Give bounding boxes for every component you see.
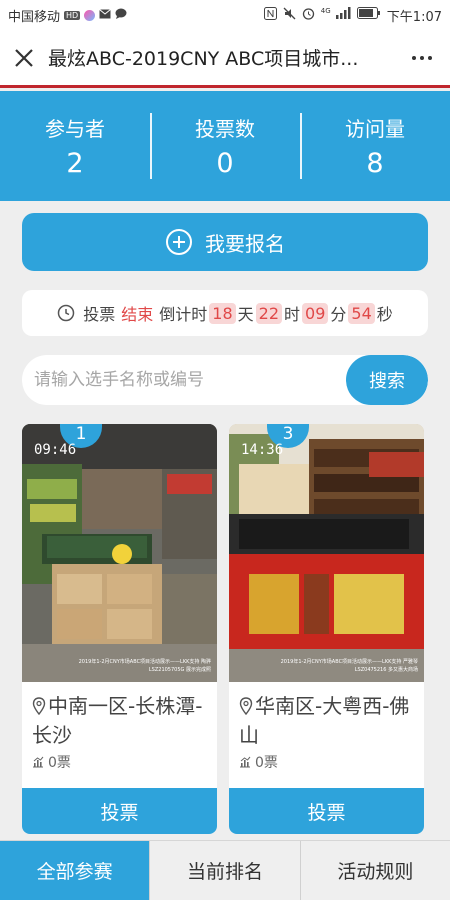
battery-icon [356,7,381,23]
photo-timestamp: 09:46 [34,442,77,458]
nav-current-ranking[interactable]: 当前排名 [149,841,300,900]
more-icon-dot [428,55,432,60]
countdown-minutes: 09 [302,302,329,324]
vote-count: 0票 [255,755,278,771]
location-icon [239,697,253,715]
photo-caption: 2019年1-2月CNY市场ABC项目活动展示——LKK支持 严雅琴 LSZ04… [280,659,418,673]
carrier-label: 中国移动 [8,9,61,25]
nfc-icon [263,6,277,24]
network-type: 4G [320,7,331,15]
stat-value: 8 [366,148,384,179]
chat-icon [115,8,127,23]
app-notification-icon [84,9,96,21]
countdown-days: 18 [209,302,236,324]
candidate-card[interactable]: 1 09:46 2019年1-2月CNY市场ABC项目活动展示——LKK支持 陶… [22,424,217,834]
stat-value: 2 [66,148,84,179]
candidate-card[interactable]: 3 14:36 2019年1-2月CNY市场ABC项目活动展示——LKK支持 严… [229,424,424,834]
candidate-votes: 0票 [229,752,424,772]
nav-all-entries[interactable]: 全部参赛 [0,841,150,900]
vote-countdown: 投票 结束 倒计时 18 天 22 时 09 分 54 秒 [22,290,428,336]
stat-participants: 参与者 2 [0,107,150,185]
countdown-status: 结束 [121,305,154,324]
candidate-name: 华南区-大粤西-佛山 [229,682,424,750]
more-options-button[interactable] [394,29,450,87]
vote-count: 0票 [48,755,71,771]
candidate-votes: 0票 [22,752,217,772]
status-bar: 中国移动 HD 4G 下午1:07 [0,0,450,30]
search-input[interactable] [22,355,346,405]
nav-rules[interactable]: 活动规则 [299,841,450,900]
countdown-days-unit: 天 [237,305,254,324]
candidate-name-text: 华南区-大粤西-佛山 [239,694,410,747]
candidate-photo[interactable]: 3 14:36 2019年1-2月CNY市场ABC项目活动展示——LKK支持 严… [229,424,424,682]
chart-icon [33,756,44,768]
stat-label: 访问量 [345,117,405,141]
vote-button[interactable]: 投票 [229,788,424,834]
more-icon-dot [420,55,424,60]
title-bar: 最炫ABC-2019CNY ABC项目城市... [0,30,450,88]
signup-label: 我要报名 [205,231,285,256]
search-button[interactable]: 搜索 [346,355,428,405]
countdown-seconds-unit: 秒 [376,305,393,324]
mute-icon [283,7,296,24]
more-icon-dot [412,55,416,60]
countdown-prefix: 投票 [83,305,116,324]
clock-icon [57,304,75,322]
stat-visits: 访问量 8 [300,107,450,185]
candidate-name-text: 中南一区-长株潭-长沙 [32,694,203,747]
stat-value: 0 [216,148,234,179]
countdown-hours-unit: 时 [284,305,301,324]
vote-button[interactable]: 投票 [22,788,217,834]
photo-caption: 2019年1-2月CNY市场ABC项目活动展示——LKK支持 陶骅 LSZ210… [78,659,211,673]
countdown-hours: 22 [255,302,282,324]
candidate-name: 中南一区-长株潭-长沙 [22,682,217,750]
stat-label: 投票数 [195,117,255,141]
search-bar: 搜索 [22,355,428,405]
countdown-label: 倒计时 [159,305,208,324]
signup-button[interactable]: 我要报名 [22,213,428,271]
bottom-nav: 全部参赛 当前排名 活动规则 [0,840,450,900]
candidate-photo[interactable]: 1 09:46 2019年1-2月CNY市场ABC项目活动展示——LKK支持 陶… [22,424,217,682]
alarm-icon [302,7,315,24]
mail-icon [99,8,112,23]
location-icon [32,697,46,715]
chart-icon [240,756,251,768]
stat-label: 参与者 [45,117,105,141]
countdown-seconds: 54 [348,302,375,324]
close-button[interactable] [0,29,48,87]
close-icon [15,48,33,67]
page-title: 最炫ABC-2019CNY ABC项目城市... [48,48,359,70]
stats-panel: 参与者 2 投票数 0 访问量 8 [0,91,450,201]
photo-timestamp: 14:36 [241,442,284,458]
signal-icon: 4G [321,7,351,23]
hd-badge: HD [64,10,81,20]
plus-circle-icon [166,229,192,255]
stat-votes: 投票数 0 [150,107,300,185]
clock-time: 下午1:07 [386,9,442,25]
countdown-minutes-unit: 分 [330,305,347,324]
